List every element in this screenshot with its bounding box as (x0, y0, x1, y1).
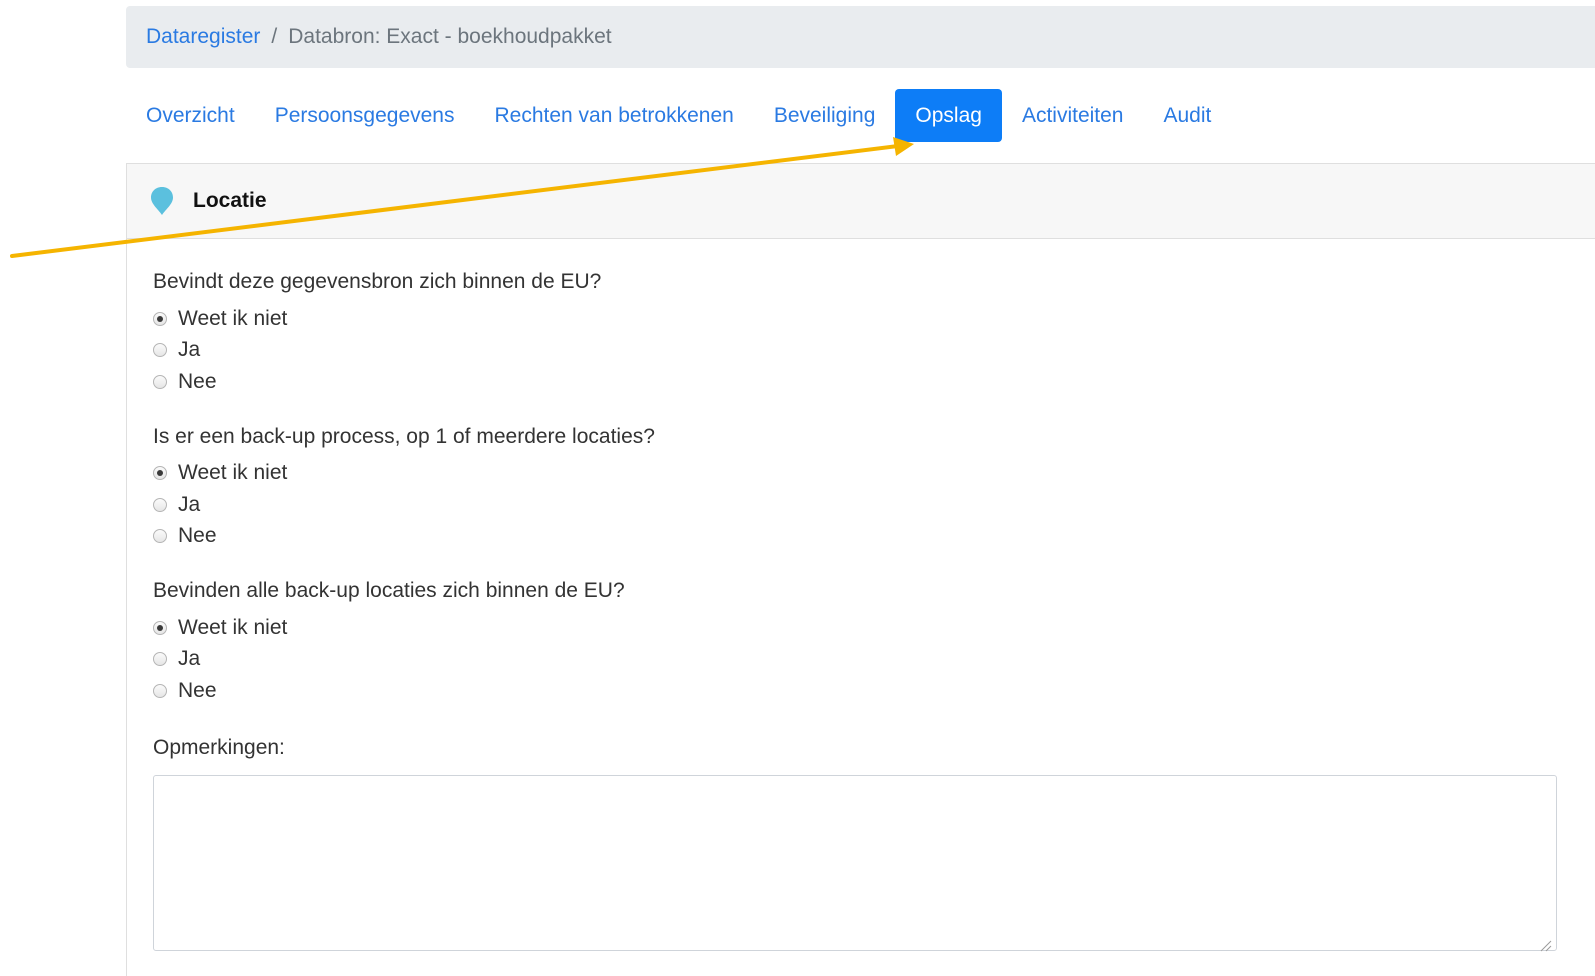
resize-grip-icon (1540, 940, 1552, 952)
tab-opslag[interactable]: Opslag (895, 89, 1002, 142)
card-title: Locatie (193, 189, 267, 212)
question-group-backup-eu: Bevinden alle back-up locaties zich binn… (153, 576, 1595, 707)
radio-label: Weet ik niet (178, 306, 288, 330)
radio-option[interactable]: Weet ik niet (153, 303, 1595, 335)
remarks-label: Opmerkingen: (153, 735, 285, 759)
radio-option[interactable]: Nee (153, 366, 1595, 398)
radio-button[interactable] (153, 497, 167, 512)
locatie-card: Locatie Bevindt deze gegevensbron zich b… (126, 163, 1595, 976)
radio-label: Weet ik niet (178, 615, 288, 639)
radio-button-checked[interactable] (153, 466, 167, 481)
radio-option[interactable]: Ja (153, 489, 1595, 521)
radio-button[interactable] (153, 374, 167, 389)
tab-activiteiten[interactable]: Activiteiten (1002, 89, 1144, 142)
remarks-textarea[interactable] (153, 774, 1557, 951)
breadcrumb-link-dataregister[interactable]: Dataregister (146, 25, 260, 49)
radio-button[interactable] (153, 652, 167, 667)
radio-label: Ja (178, 647, 201, 671)
radio-option[interactable]: Weet ik niet (153, 458, 1595, 490)
tab-overzicht[interactable]: Overzicht (126, 89, 255, 142)
radio-option[interactable]: Weet ik niet (153, 612, 1595, 644)
question-group-eu: Bevindt deze gegevensbron zich binnen de… (153, 267, 1595, 398)
radio-label: Nee (178, 524, 217, 548)
tab-bar: Overzicht Persoonsgegevens Rechten van b… (126, 89, 1231, 142)
breadcrumb: Dataregister / Databron: Exact - boekhou… (126, 6, 1595, 68)
radio-label: Nee (178, 678, 217, 702)
radio-option[interactable]: Ja (153, 335, 1595, 367)
map-pin-icon (151, 187, 173, 215)
radio-option[interactable]: Nee (153, 521, 1595, 553)
tab-audit[interactable]: Audit (1143, 89, 1231, 142)
radio-button[interactable] (153, 529, 167, 544)
radio-option[interactable]: Nee (153, 675, 1595, 707)
radio-label: Ja (178, 338, 201, 362)
tab-rechten-van-betrokkenen[interactable]: Rechten van betrokkenen (474, 89, 753, 142)
card-body: Bevindt deze gegevensbron zich binnen de… (153, 239, 1595, 951)
radio-option[interactable]: Ja (153, 644, 1595, 676)
tab-beveiliging[interactable]: Beveiliging (754, 89, 896, 142)
breadcrumb-current: Databron: Exact - boekhoudpakket (288, 25, 612, 48)
radio-label: Ja (178, 492, 201, 516)
radio-button[interactable] (153, 683, 167, 698)
card-header: Locatie (127, 164, 1595, 239)
radio-button-checked[interactable] (153, 620, 167, 635)
tab-persoonsgegevens[interactable]: Persoonsgegevens (255, 89, 475, 142)
radio-label: Nee (178, 369, 217, 393)
question-label: Bevindt deze gegevensbron zich binnen de… (153, 270, 602, 293)
question-group-backup: Is er een back-up process, op 1 of meerd… (153, 422, 1595, 553)
question-label: Is er een back-up process, op 1 of meerd… (153, 424, 655, 448)
radio-label: Weet ik niet (178, 461, 288, 485)
radio-button[interactable] (153, 343, 167, 358)
question-label: Bevinden alle back-up locaties zich binn… (153, 579, 625, 602)
radio-button-checked[interactable] (153, 311, 167, 326)
breadcrumb-separator: / (271, 25, 278, 48)
